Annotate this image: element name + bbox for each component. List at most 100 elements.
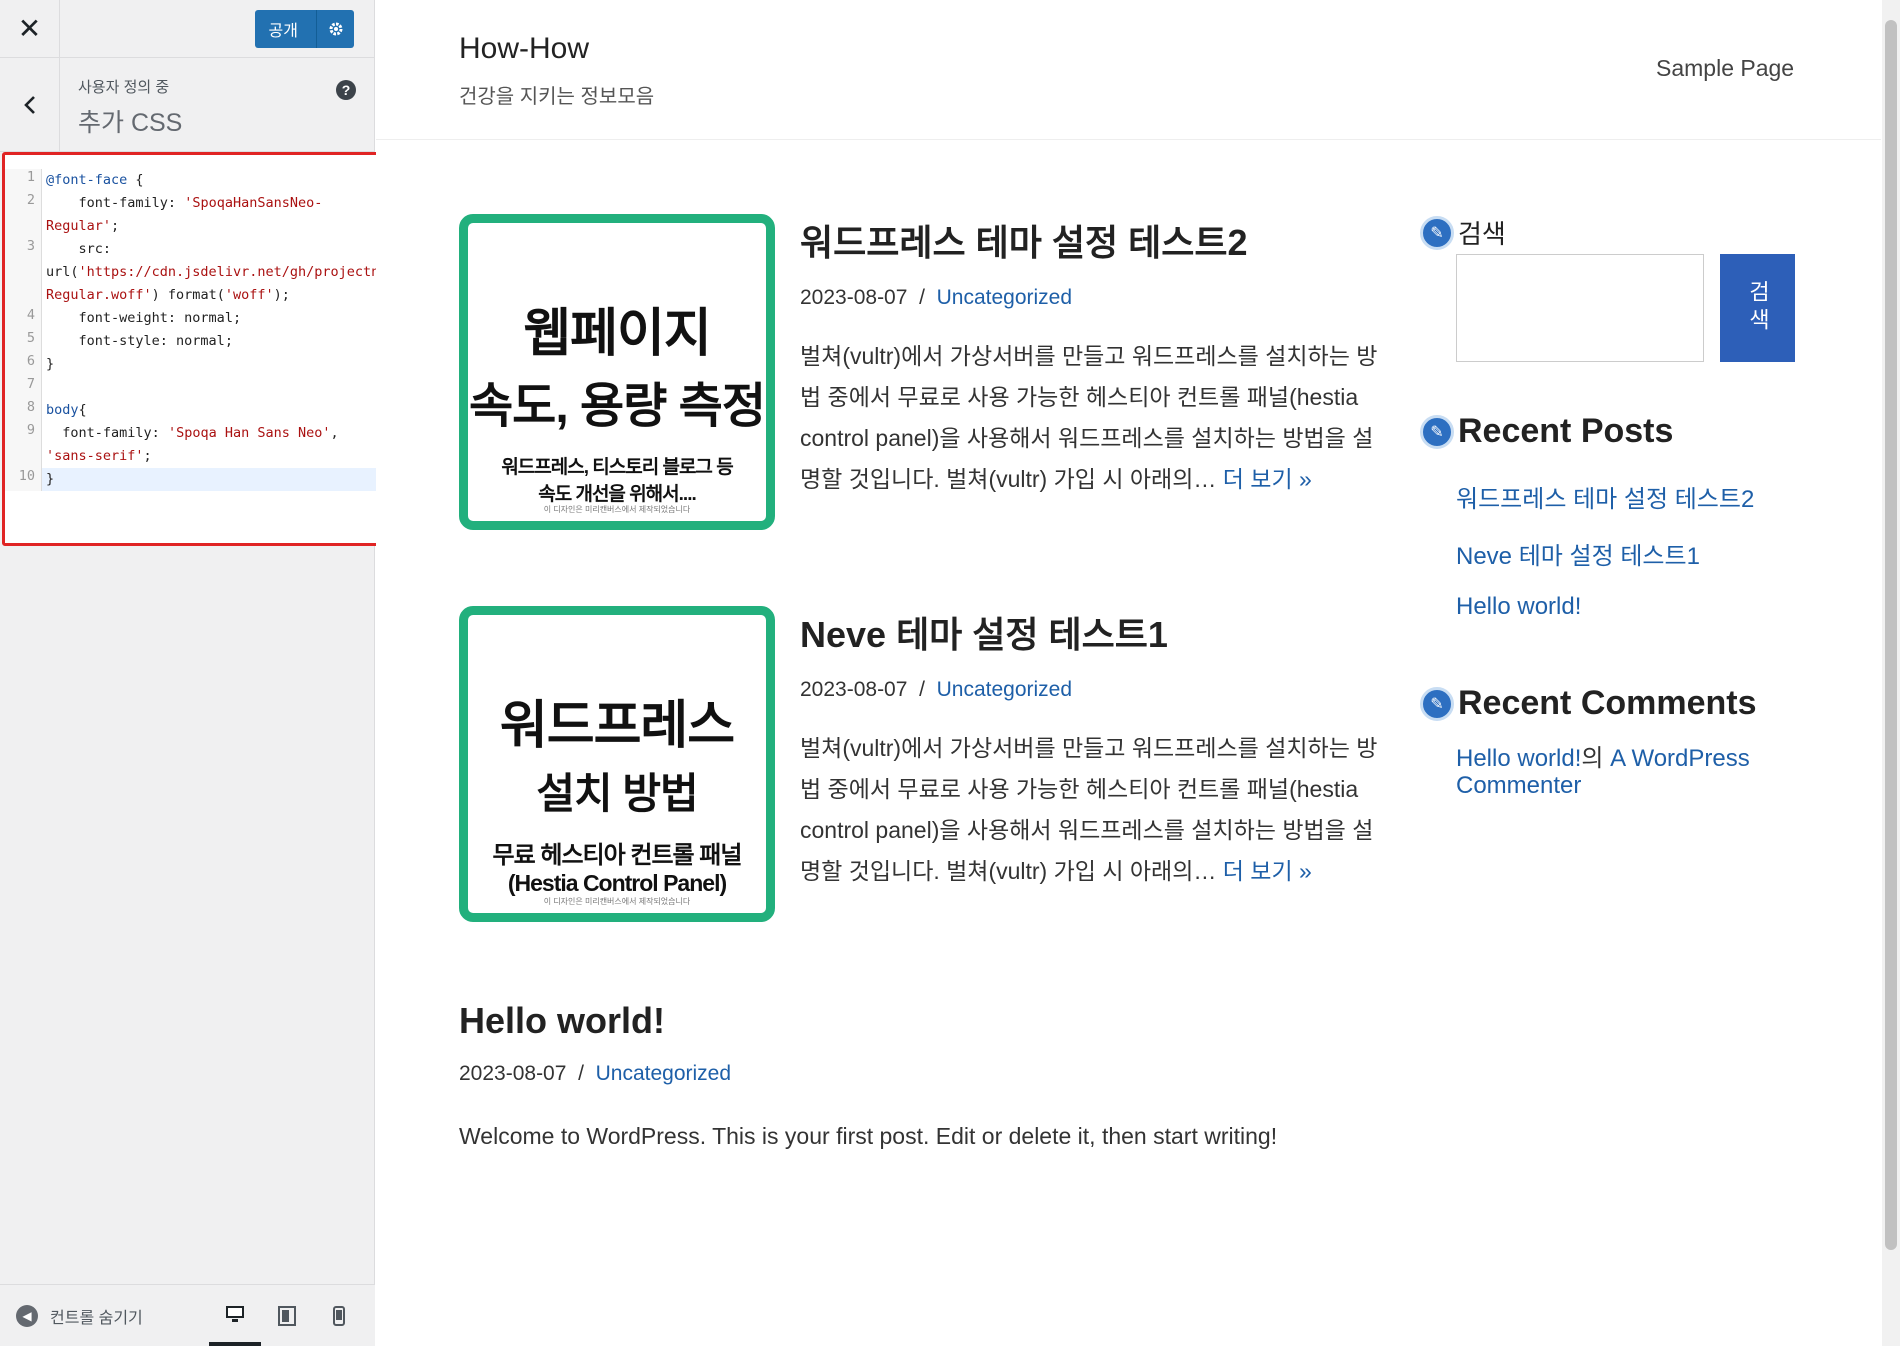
code-line[interactable]: 4 font-weight: normal; — [5, 307, 377, 330]
close-icon: ✕ — [17, 13, 42, 44]
post-meta: 2023-08-07 / Uncategorized — [459, 1062, 1389, 1086]
recent-post-link[interactable]: 워드프레스 테마 설정 테스트2 — [1456, 479, 1800, 514]
post-item: Hello world! 2023-08-07 / Uncategorized … — [459, 1000, 1389, 1157]
close-customizer-button[interactable]: ✕ — [0, 0, 60, 58]
line-number: 10 — [5, 468, 42, 491]
post-title[interactable]: Neve 테마 설정 테스트1 — [800, 606, 1390, 658]
pencil-icon: ✎ — [1420, 414, 1454, 449]
comment-post-link[interactable]: Hello world! — [1456, 745, 1581, 772]
recent-comments-widget: ✎ Recent Comments Hello world!의 A WordPr… — [1420, 684, 1800, 799]
preview-scrollbar[interactable] — [1882, 0, 1900, 1346]
widget-title: ✎ 검색 — [1420, 214, 1800, 251]
line-content[interactable]: body{ — [42, 399, 87, 422]
mobile-preview-button[interactable] — [313, 1286, 365, 1346]
read-more-link[interactable]: 더 보기 » — [1223, 466, 1312, 492]
line-content[interactable]: @font-face { — [42, 169, 144, 192]
thumb-credit: 이 디자인은 미리캔버스에서 제작되었습니다 — [543, 897, 691, 906]
code-line[interactable]: 10} — [5, 468, 377, 491]
post-date: 2023-08-07 — [800, 678, 908, 701]
read-more-link[interactable]: 더 보기 » — [1223, 858, 1312, 884]
thumb-line3: 무료 헤스티아 컨트롤 패널 — [492, 842, 743, 869]
code-lines[interactable]: 1 @font-face {2 font-family: 'SpoqaHanSan… — [5, 169, 395, 491]
widget-title: ✎ Recent Comments — [1420, 684, 1800, 723]
pencil-icon: ✎ — [1420, 686, 1454, 721]
chevron-left-icon — [23, 95, 35, 114]
back-button[interactable] — [0, 57, 60, 152]
code-line[interactable]: 5 font-style: normal; — [5, 330, 377, 353]
thumb-line3: 워드프레스, 티스토리 블로그 등 — [501, 457, 733, 478]
customizer-footer: ◀ 컨트롤 숨기기 — [0, 1284, 375, 1346]
line-number: 2 — [5, 192, 42, 238]
section-header: 사용자 정의 중 추가 CSS ? — [0, 57, 374, 152]
thumb-line4: 속도 개선을 위해서.... — [538, 484, 697, 505]
post-title[interactable]: 워드프레스 테마 설정 테스트2 — [800, 214, 1390, 266]
hide-controls-button[interactable]: ◀ 컨트롤 숨기기 — [0, 1304, 143, 1328]
thumb-line2: 설치 방법 — [536, 770, 698, 817]
thumb-credit: 이 디자인은 미리캔버스에서 제작되었습니다 — [543, 505, 691, 514]
site-title[interactable]: How-How — [459, 32, 589, 66]
line-number: 4 — [5, 307, 42, 330]
post-meta: 2023-08-07 / Uncategorized — [800, 678, 1390, 702]
collapse-arrow-icon: ◀ — [16, 1304, 38, 1327]
thumb-line1: 웹페이지 — [523, 305, 711, 363]
search-widget: ✎ 검색 검색 — [1420, 214, 1800, 362]
search-input[interactable] — [1456, 254, 1704, 362]
tablet-icon — [278, 1305, 296, 1326]
post-thumbnail[interactable]: 웹페이지 속도, 용량 측정 워드프레스, 티스토리 블로그 등 속도 개선을 … — [459, 214, 775, 530]
post-date: 2023-08-07 — [800, 286, 908, 309]
recent-posts-widget: ✎ Recent Posts 워드프레스 테마 설정 테스트2 Neve 테마 … — [1420, 412, 1800, 621]
recent-post-link[interactable]: Hello world! — [1456, 593, 1800, 621]
line-number: 5 — [5, 330, 42, 353]
recent-post-link[interactable]: Neve 테마 설정 테스트1 — [1456, 536, 1800, 571]
css-code-editor[interactable]: 1 @font-face {2 font-family: 'SpoqaHanSan… — [2, 152, 398, 546]
post-thumbnail[interactable]: 워드프레스 설치 방법 무료 헤스티아 컨트롤 패널 (Hestia Contr… — [459, 606, 775, 922]
code-line[interactable]: 9 font-family: 'Spoqa Han Sans Neo', 'sa… — [5, 422, 377, 468]
scrollbar-thumb[interactable] — [1885, 20, 1897, 1250]
desktop-icon — [226, 1305, 244, 1322]
thumb-line4: (Hestia Control Panel) — [507, 870, 727, 896]
recent-comments-title: Recent Comments — [1458, 684, 1757, 722]
line-content[interactable]: src: url('https://cdn.jsdelivr.net/gh/pr… — [42, 238, 395, 307]
post-category[interactable]: Uncategorized — [937, 678, 1072, 701]
line-number: 9 — [5, 422, 42, 468]
tablet-preview-button[interactable] — [261, 1286, 313, 1346]
line-number: 1 — [5, 169, 42, 192]
line-content[interactable] — [42, 376, 54, 399]
thumb-line2: 속도, 용량 측정 — [469, 380, 766, 433]
section-title: 추가 CSS — [78, 109, 183, 137]
post-category[interactable]: Uncategorized — [937, 286, 1072, 309]
line-number: 8 — [5, 399, 42, 422]
hide-controls-label: 컨트롤 숨기기 — [50, 1309, 143, 1327]
line-content[interactable]: font-family: 'SpoqaHanSansNeo-Regular'; — [42, 192, 377, 238]
publish-settings-button[interactable] — [316, 9, 354, 48]
code-line[interactable]: 7 — [5, 376, 377, 399]
gear-icon — [329, 22, 342, 35]
section-breadcrumb: 사용자 정의 중 — [78, 79, 170, 96]
post-title[interactable]: Hello world! — [459, 1000, 1389, 1042]
code-line[interactable]: 8 body{ — [5, 399, 377, 422]
code-line[interactable]: 1 @font-face { — [5, 169, 377, 192]
help-icon[interactable]: ? — [336, 79, 356, 100]
post-excerpt: 벌쳐(vultr)에서 가상서버를 만들고 워드프레스를 설치하는 방법 중에서… — [800, 728, 1390, 892]
publish-button[interactable]: 공개 — [255, 10, 316, 48]
meta-separator: / — [919, 678, 925, 701]
code-line[interactable]: 3 src: url('https://cdn.jsdelivr.net/gh/… — [5, 238, 395, 307]
search-button-label: 검색 — [1745, 280, 1771, 336]
line-content[interactable]: font-weight: normal; — [42, 307, 242, 330]
meta-separator: / — [919, 286, 925, 309]
post-excerpt: Welcome to WordPress. This is your first… — [459, 1123, 1278, 1149]
comment-connector: 의 — [1581, 745, 1611, 772]
line-number: 7 — [5, 376, 42, 399]
post-category[interactable]: Uncategorized — [596, 1062, 731, 1085]
search-button[interactable]: 검색 — [1720, 254, 1795, 362]
code-line[interactable]: 6} — [5, 353, 377, 376]
code-line[interactable]: 2 font-family: 'SpoqaHanSansNeo-Regular'… — [5, 192, 377, 238]
line-content[interactable]: } — [42, 353, 54, 376]
line-content[interactable]: font-style: normal; — [42, 330, 233, 353]
line-number: 3 — [5, 238, 42, 307]
thumb-line1: 워드프레스 — [499, 697, 735, 755]
line-content[interactable]: font-family: 'Spoqa Han Sans Neo', 'sans… — [42, 422, 377, 468]
desktop-preview-button[interactable] — [209, 1286, 261, 1346]
nav-sample-page[interactable]: Sample Page — [1656, 55, 1794, 82]
line-content[interactable]: } — [42, 468, 54, 491]
